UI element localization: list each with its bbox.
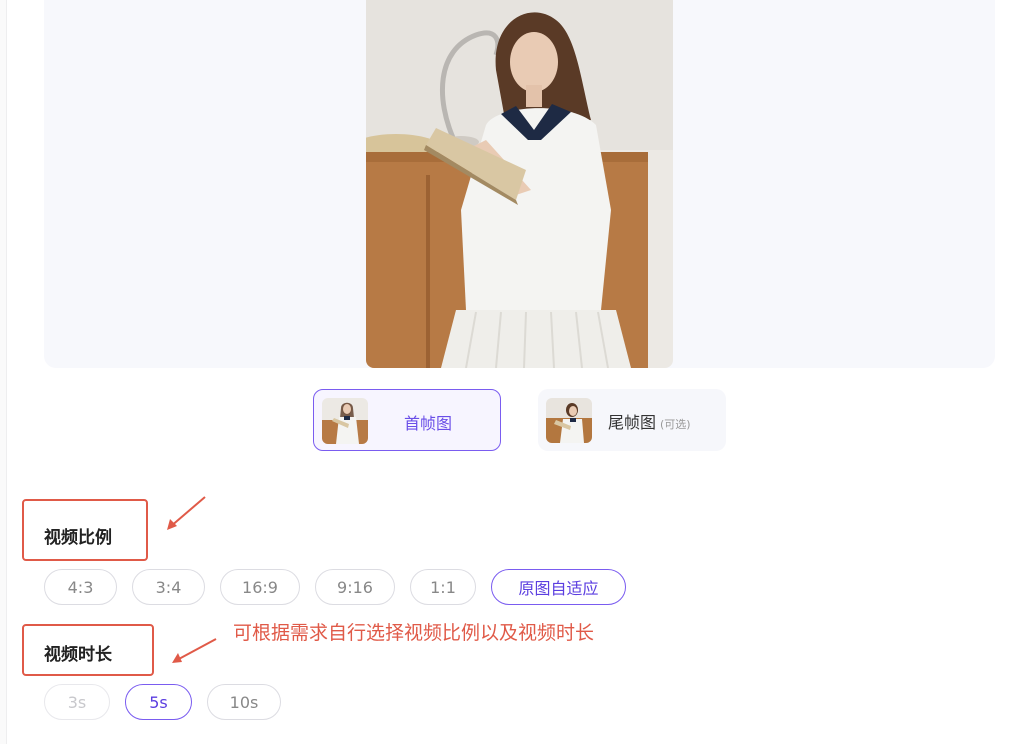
last-frame-label: 尾帧图 (可选) <box>608 409 691 433</box>
first-frame-thumbnail <box>322 398 368 444</box>
left-divider <box>0 0 7 744</box>
duration-option-5s[interactable]: 5s <box>125 684 192 720</box>
duration-option-3s[interactable]: 3s <box>44 684 110 720</box>
last-frame-label-text: 尾帧图 <box>608 413 657 432</box>
duration-option-10s[interactable]: 10s <box>207 684 281 720</box>
video-ratio-title: 视频比例 <box>44 528 112 548</box>
ratio-option-4-3[interactable]: 4:3 <box>44 569 117 605</box>
ratio-option-1-1[interactable]: 1:1 <box>410 569 476 605</box>
ratio-option-3-4[interactable]: 3:4 <box>132 569 205 605</box>
duration-annotation-arrow <box>172 638 217 663</box>
last-frame-thumbnail <box>546 398 592 443</box>
last-frame-selector[interactable]: 尾帧图 (可选) <box>538 389 726 451</box>
ratio-option-original-adaptive[interactable]: 原图自适应 <box>491 569 626 605</box>
video-duration-title: 视频时长 <box>44 645 112 665</box>
preview-image <box>366 0 673 368</box>
first-frame-selector[interactable]: 首帧图 <box>313 389 501 451</box>
ratio-annotation-arrow <box>167 496 206 530</box>
ratio-option-16-9[interactable]: 16:9 <box>220 569 300 605</box>
first-frame-label: 首帧图 <box>404 414 453 433</box>
ratio-option-9-16[interactable]: 9:16 <box>315 569 395 605</box>
optional-hint: (可选) <box>660 418 691 431</box>
annotation-text: 可根据需求自行选择视频比例以及视频时长 <box>233 622 595 644</box>
